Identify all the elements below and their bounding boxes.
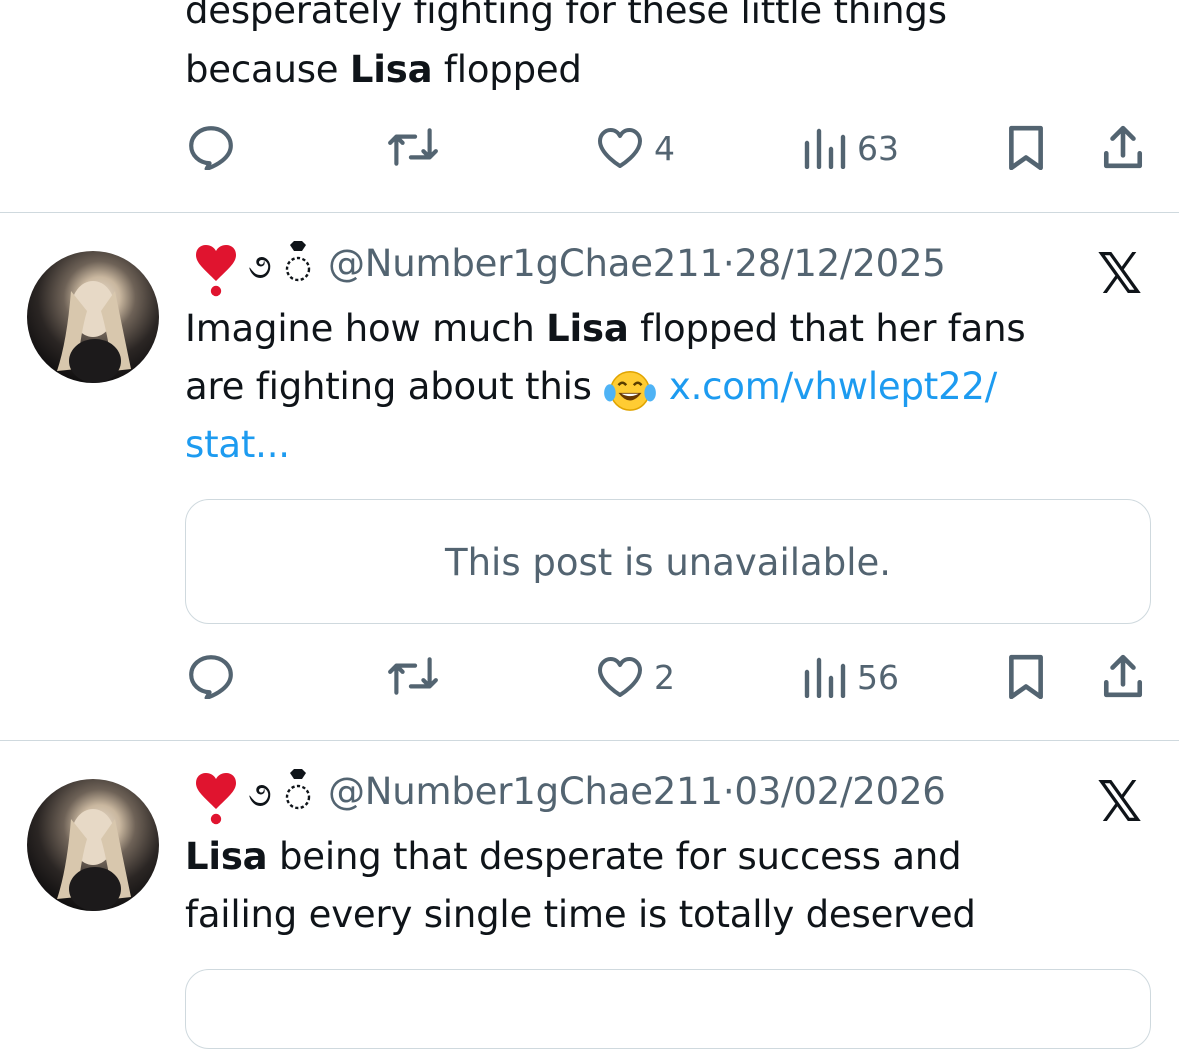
like-icon xyxy=(598,128,642,168)
user-handle[interactable]: @Number1gChae211 xyxy=(328,242,723,285)
tweet-link-continued[interactable]: stat... xyxy=(185,423,290,466)
tweet-link[interactable]: x.com/vhwlept22/ xyxy=(669,365,997,408)
tweet-text: Lisa being that desperate for success an… xyxy=(185,835,976,936)
views-count: 56 xyxy=(857,657,899,697)
reply-button[interactable] xyxy=(186,124,236,170)
unavailable-post-card[interactable]: This post is unavailable. xyxy=(185,499,1151,624)
laughing-emoji-icon xyxy=(604,370,657,411)
retweet-button[interactable] xyxy=(386,655,440,697)
hook-glyph: ૭ xyxy=(248,775,272,815)
x-logo-icon: 𝕏 xyxy=(1097,242,1143,307)
like-button[interactable]: 4 xyxy=(596,126,675,170)
ring-icon xyxy=(285,241,311,282)
highlighted-keyword: Lisa xyxy=(546,307,629,350)
user-handle[interactable]: @Number1gChae211 xyxy=(328,770,723,813)
bookmark-icon xyxy=(1009,125,1043,170)
avatar[interactable] xyxy=(27,251,159,383)
views-icon xyxy=(804,128,846,169)
retweet-button[interactable] xyxy=(386,126,440,168)
heart-emoji-icon xyxy=(196,773,236,825)
tweet-text-line: desperately fighting for these little th… xyxy=(185,0,947,32)
unavailable-post-text: This post is unavailable. xyxy=(444,541,892,584)
reply-icon xyxy=(189,655,233,699)
views-icon xyxy=(804,657,846,698)
ring-icon xyxy=(285,769,311,810)
reply-button[interactable] xyxy=(186,653,236,699)
quoted-post-card[interactable] xyxy=(185,969,1151,1049)
views-button[interactable]: 56 xyxy=(803,656,899,698)
tweet-date[interactable]: 28/12/2025 xyxy=(734,242,945,285)
share-button[interactable] xyxy=(1100,124,1146,170)
share-icon xyxy=(1103,654,1143,698)
user-name[interactable]: ૭ xyxy=(196,241,326,299)
bookmark-button[interactable] xyxy=(1005,653,1047,699)
tweet-meta: @Number1gChae211·28/12/2025 xyxy=(328,242,946,285)
tweet-date[interactable]: 03/02/2026 xyxy=(734,770,945,813)
like-count: 4 xyxy=(654,128,675,168)
hook-glyph: ૭ xyxy=(248,247,272,287)
like-icon xyxy=(598,657,642,697)
tweet-divider xyxy=(0,212,1179,213)
tweet-divider xyxy=(0,740,1179,741)
retweet-icon xyxy=(388,128,438,166)
views-button[interactable]: 63 xyxy=(803,127,899,169)
user-name[interactable]: ૭ xyxy=(196,769,326,827)
share-button[interactable] xyxy=(1100,653,1146,699)
tweet-text-line: because Lisa flopped xyxy=(185,48,582,91)
highlighted-keyword: Lisa xyxy=(349,48,433,91)
bookmark-button[interactable] xyxy=(1005,124,1047,170)
retweet-icon xyxy=(388,657,438,695)
heart-emoji-icon xyxy=(196,245,236,297)
like-count: 2 xyxy=(654,657,675,697)
share-icon xyxy=(1103,125,1143,169)
bookmark-icon xyxy=(1009,654,1043,699)
tweet-text: Imagine how much Lisa flopped that her f… xyxy=(185,307,1026,466)
reply-icon xyxy=(189,126,233,170)
views-count: 63 xyxy=(857,128,899,168)
highlighted-keyword: Lisa xyxy=(185,835,268,878)
tweet-meta: @Number1gChae211·03/02/2026 xyxy=(328,770,946,813)
x-logo-icon: 𝕏 xyxy=(1097,770,1143,835)
like-button[interactable]: 2 xyxy=(596,655,675,699)
avatar[interactable] xyxy=(27,779,159,911)
